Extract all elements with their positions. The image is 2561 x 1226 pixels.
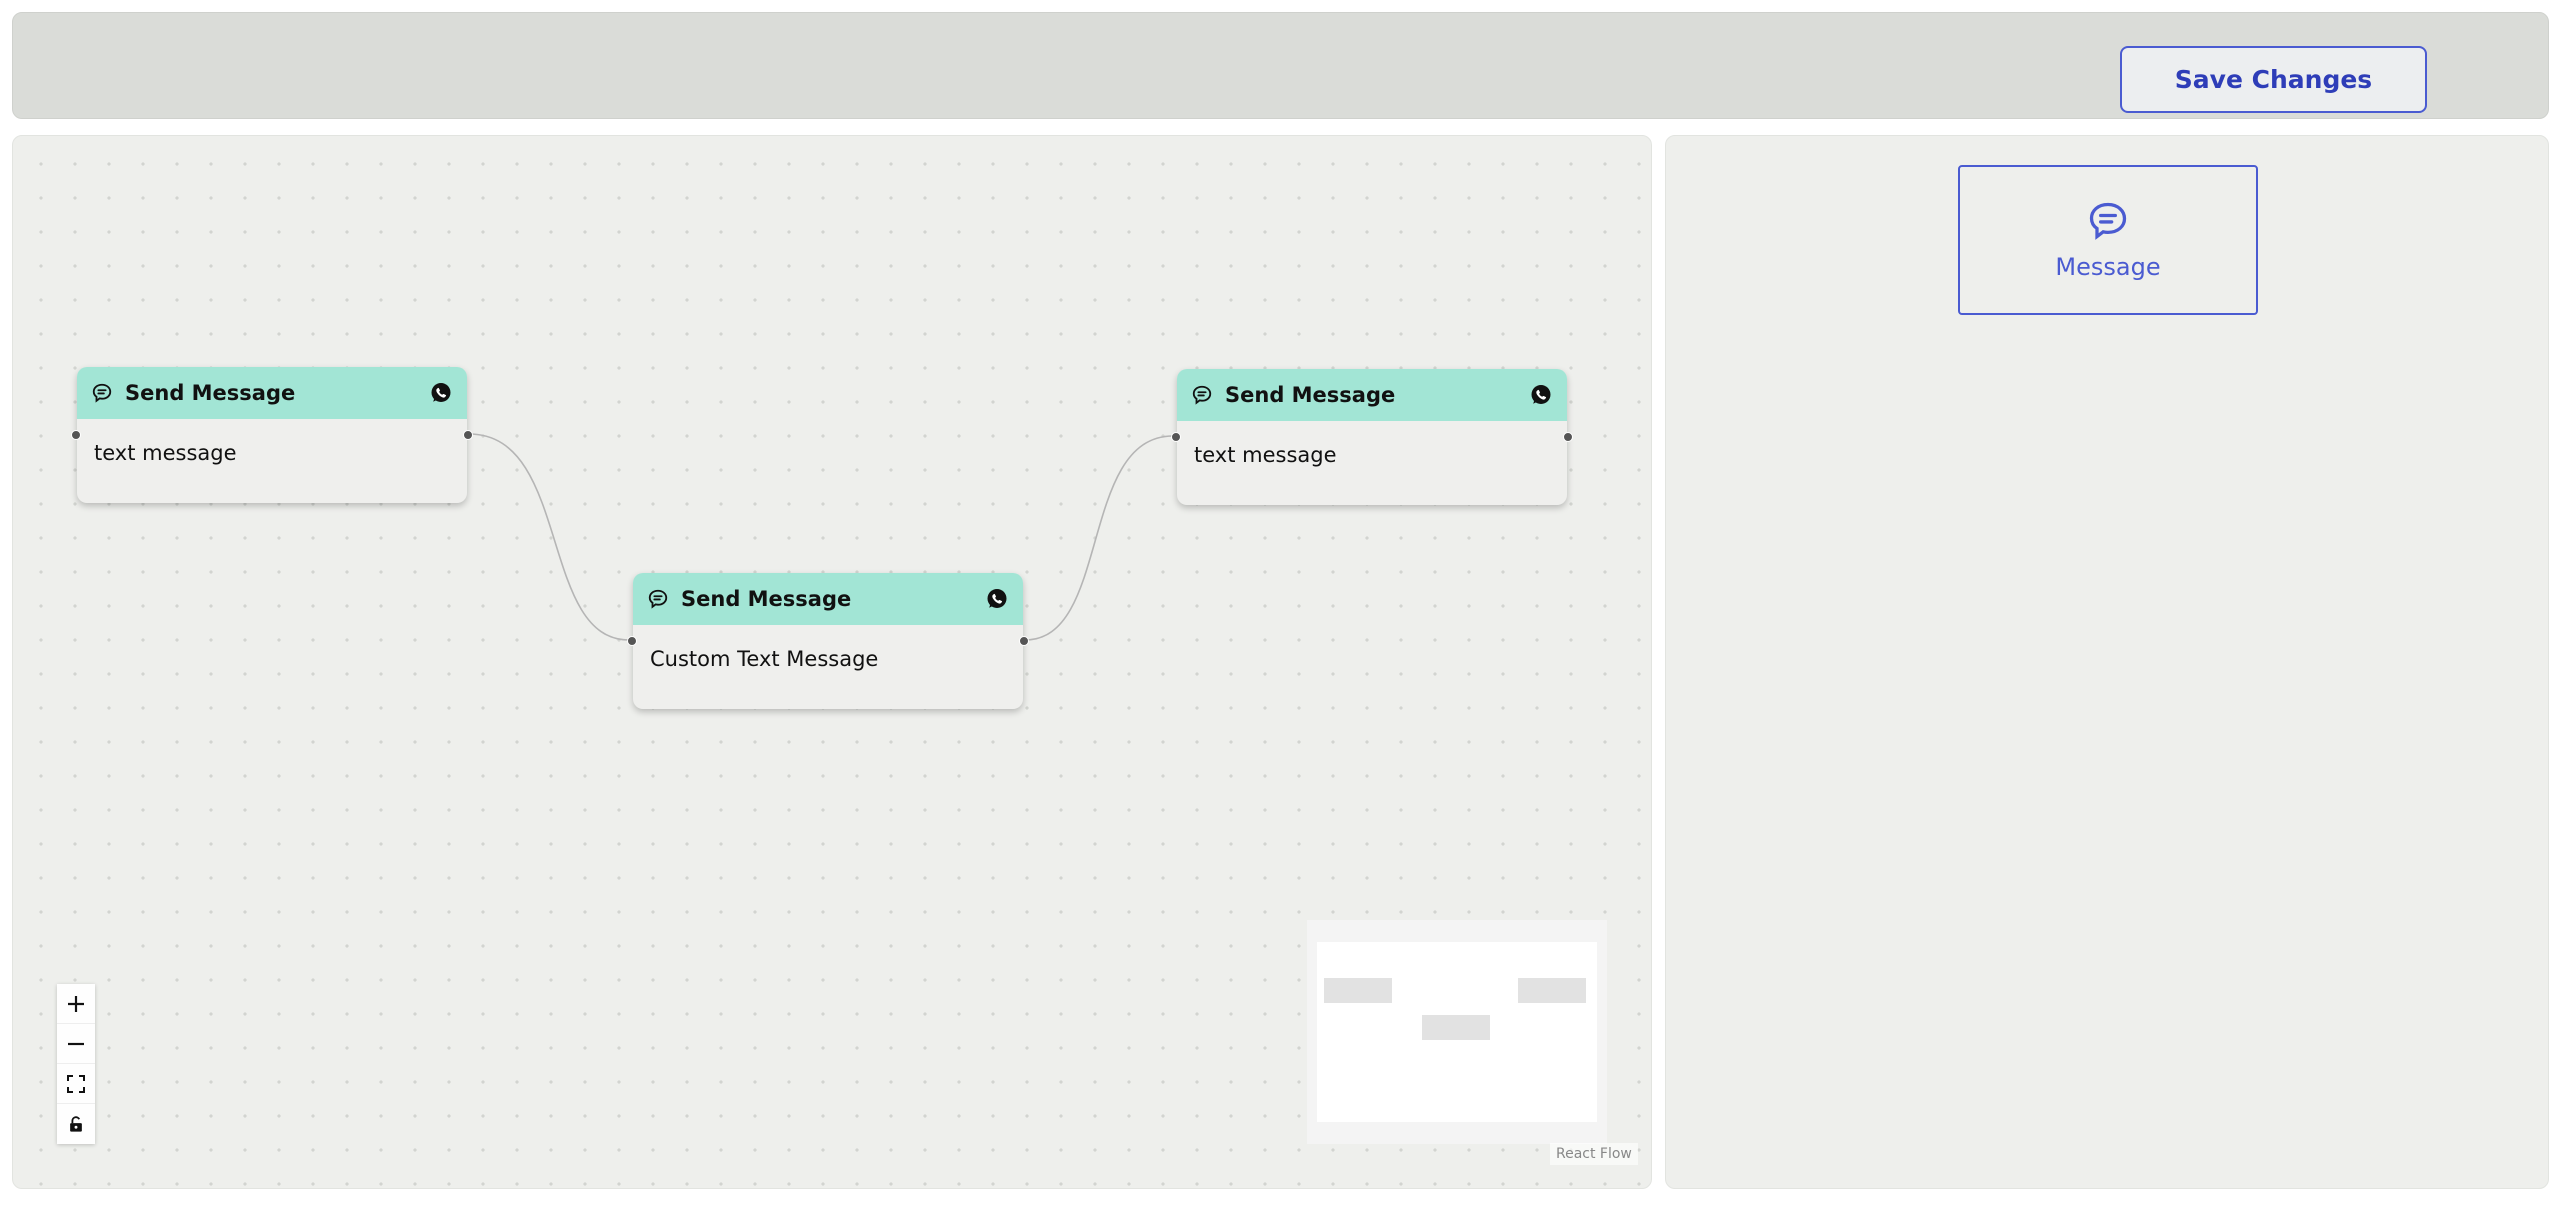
zoom-in-button[interactable] (57, 984, 95, 1024)
send-message-node-2[interactable]: Send Message Custom Text Message (627, 573, 1029, 709)
edge-node1-node2[interactable] (468, 433, 630, 641)
source-handle[interactable] (1019, 636, 1029, 646)
toggle-interactivity-button[interactable] (57, 1104, 95, 1144)
react-flow-attribution[interactable]: React Flow (1550, 1143, 1638, 1165)
node-message-text: text message (94, 441, 237, 465)
chat-bubble-icon (92, 383, 112, 403)
chat-bubble-icon (648, 589, 668, 609)
minus-icon (68, 1042, 84, 1045)
edge-node2-node3[interactable] (1024, 435, 1174, 641)
node-message-text: text message (1194, 443, 1337, 467)
target-handle[interactable] (71, 430, 81, 440)
flow-controls (57, 984, 95, 1144)
node-header: Send Message (77, 367, 467, 419)
source-handle[interactable] (1563, 432, 1573, 442)
node-title: Send Message (1225, 383, 1396, 407)
target-handle[interactable] (1171, 432, 1181, 442)
fit-view-icon (67, 1074, 85, 1093)
flow-canvas[interactable]: Send Message text message Send Message C (12, 135, 1652, 1189)
plus-icon (68, 995, 84, 1012)
nodes-panel: Message (1665, 135, 2549, 1189)
source-handle[interactable] (463, 430, 473, 440)
message-node-label: Message (2055, 253, 2161, 281)
chat-bubble-icon (1192, 385, 1212, 405)
zoom-out-button[interactable] (57, 1024, 95, 1064)
minimap[interactable] (1307, 920, 1607, 1144)
whatsapp-icon (987, 589, 1007, 608)
node-message-text: Custom Text Message (650, 647, 879, 671)
whatsapp-icon (431, 383, 451, 402)
lock-icon (70, 1116, 82, 1132)
send-message-node-3[interactable]: Send Message text message (1171, 369, 1573, 505)
fit-view-button[interactable] (57, 1064, 95, 1104)
node-header: Send Message (633, 573, 1023, 625)
minimap-viewport[interactable] (1317, 942, 1597, 1122)
minimap-node (1324, 978, 1392, 1003)
chat-bubble-icon (2089, 202, 2127, 240)
minimap-node (1518, 978, 1586, 1003)
node-title: Send Message (681, 587, 852, 611)
minimap-node (1422, 1015, 1490, 1040)
top-bar: Save Changes (12, 12, 2549, 119)
node-header: Send Message (1177, 369, 1567, 421)
send-message-node-1[interactable]: Send Message text message (71, 367, 473, 503)
node-title: Send Message (125, 381, 296, 405)
save-changes-button[interactable]: Save Changes (2120, 46, 2427, 113)
message-node-button[interactable]: Message (1958, 165, 2258, 315)
target-handle[interactable] (627, 636, 637, 646)
whatsapp-icon (1531, 385, 1551, 404)
